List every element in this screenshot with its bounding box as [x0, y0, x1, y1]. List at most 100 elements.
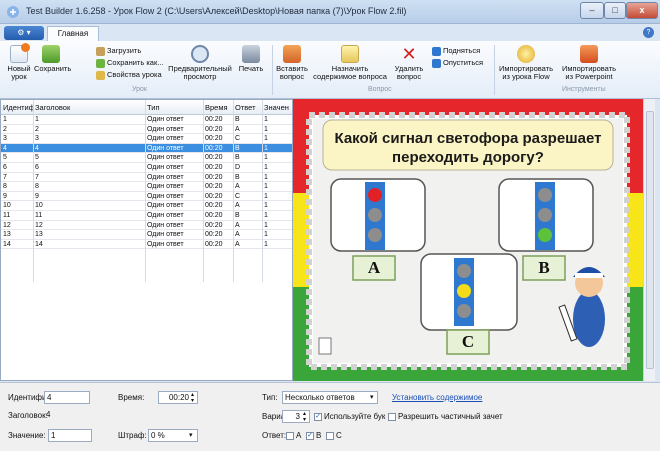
cell-value: 1	[264, 192, 268, 200]
cell-type: Один ответ	[147, 144, 184, 152]
preview-button[interactable]: Предварительный просмотр	[168, 45, 232, 81]
chevron-down-icon[interactable]: ▾	[189, 431, 193, 439]
answer-c-label: C	[336, 431, 342, 440]
label-a: A	[367, 258, 381, 277]
table-row[interactable]: 8 8 Один ответ 00:20 A 1	[1, 182, 292, 192]
table-row[interactable]: 5 5 Один ответ 00:20 B 1	[1, 153, 292, 163]
use-letters-checkbox[interactable]: ✓ Используйте бук	[314, 412, 385, 421]
group-label-lesson: Урок	[132, 86, 147, 93]
cell-answer: B	[235, 154, 240, 162]
cell-title: 12	[35, 221, 43, 229]
cell-type: Один ответ	[147, 183, 184, 191]
title-field[interactable]: 4	[44, 409, 198, 422]
cell-time: 00:20	[205, 231, 223, 239]
group-label-question: Вопрос	[368, 86, 392, 93]
time-spinner-icon[interactable]: ▴ ▾	[191, 392, 198, 404]
maximize-button[interactable]: □	[604, 2, 626, 19]
col-header-title[interactable]: Заголовок	[35, 103, 135, 112]
cell-answer: A	[235, 183, 240, 191]
save-button[interactable]: Сохранить	[34, 45, 72, 73]
save-as-button[interactable]: Сохранить как...	[96, 58, 164, 68]
load-icon	[96, 46, 105, 56]
table-row[interactable]: 2 2 Один ответ 00:20 A 1	[1, 125, 292, 135]
printer-icon	[242, 45, 260, 63]
col-header-value[interactable]: Значен	[264, 103, 292, 112]
insert-question-button[interactable]: Вставить вопрос	[274, 45, 310, 81]
table-row[interactable]: 9 9 Один ответ 00:20 C 1	[1, 192, 292, 202]
table-row[interactable]: 7 7 Один ответ 00:20 B 1	[1, 173, 292, 183]
col-header-type[interactable]: Тип	[147, 103, 197, 112]
table-row[interactable]: 4 4 Один ответ 00:20 B 1	[1, 143, 292, 154]
cell-id: 1	[3, 116, 7, 123]
print-button[interactable]: Печать	[236, 45, 266, 73]
ribbon-tabs: ⚙ ▾ Главная ?	[0, 24, 660, 41]
cell-id: 10	[3, 202, 11, 210]
table-row[interactable]: 12 12 Один ответ 00:20 A 1	[1, 221, 292, 231]
assign-content-button[interactable]: Назначить содержимое вопроса	[312, 45, 388, 81]
answer-option-b[interactable]: ✓ B	[306, 431, 321, 440]
app-window: Test Builder 1.6.258 - Урок Flow 2 (C:\U…	[0, 0, 660, 451]
table-row[interactable]: 13 13 Один ответ 00:20 A 1	[1, 230, 292, 240]
column-divider	[233, 100, 234, 282]
move-down-button[interactable]: Опуститься	[432, 58, 483, 68]
table-row[interactable]: 14 14 Один ответ 00:20 A 1	[1, 240, 292, 250]
table-row[interactable]: 10 10 Один ответ 00:20 A 1	[1, 201, 292, 211]
properties-icon	[96, 70, 105, 80]
question-properties-panel: Идентифик 4 Время: 00:20 ▴ ▾ Заголовок: 4…	[0, 382, 660, 451]
chevron-down-icon[interactable]: ▾	[370, 393, 374, 401]
title-bar: Test Builder 1.6.258 - Урок Flow 2 (C:\U…	[0, 0, 660, 24]
cell-value: 1	[264, 212, 268, 219]
checkbox-icon	[326, 431, 334, 440]
column-divider	[203, 100, 204, 282]
lesson-properties-button[interactable]: Свойства урока	[96, 70, 162, 80]
delete-question-label: Удалить вопрос	[394, 64, 424, 81]
load-button[interactable]: Загрузить	[96, 46, 141, 56]
import-flow-icon	[517, 45, 535, 63]
variants-spinner-icon[interactable]: ▴ ▾	[303, 411, 310, 423]
table-row[interactable]: 6 6 Один ответ 00:20 D 1	[1, 163, 292, 173]
value-field[interactable]: 1	[48, 429, 92, 442]
help-icon[interactable]: ?	[643, 27, 654, 38]
question-line-1: Какой сигнал светофора разрешает	[334, 130, 601, 147]
import-powerpoint-button[interactable]: Импортировать из Powerpoint	[558, 45, 620, 81]
preview-icon	[191, 45, 209, 63]
print-label: Печать	[238, 64, 264, 73]
cell-id: 13	[3, 231, 11, 239]
col-header-answer[interactable]: Ответ	[235, 103, 261, 112]
cell-id: 9	[3, 192, 7, 200]
answer-option-a[interactable]: A	[286, 431, 301, 440]
delete-question-button[interactable]: ✕ Удалить вопрос	[390, 45, 428, 81]
id-field[interactable]: 4	[44, 391, 90, 404]
import-flow-button[interactable]: Импортировать из урока Flow	[496, 45, 556, 81]
set-content-link[interactable]: Установить содержимое	[392, 393, 482, 402]
cell-id: 11	[3, 212, 11, 219]
cell-value: 1	[264, 125, 268, 133]
tab-main[interactable]: Главная	[47, 26, 99, 41]
scrollbar-thumb[interactable]	[646, 111, 654, 369]
powerpoint-icon	[580, 45, 598, 63]
table-row[interactable]: 3 3 Один ответ 00:20 C 1	[1, 134, 292, 144]
cell-type: Один ответ	[147, 125, 184, 133]
slide-scrollbar[interactable]	[643, 99, 655, 381]
type-select[interactable]: Несколько ответов	[282, 391, 378, 404]
cell-time: 00:20	[205, 173, 223, 181]
move-up-button[interactable]: Подняться	[432, 46, 480, 56]
close-button[interactable]: x	[626, 2, 658, 19]
cell-answer: D	[235, 164, 241, 171]
edit-content-icon	[341, 45, 359, 63]
col-header-id[interactable]: Идентиф	[3, 103, 33, 112]
table-row[interactable]: 11 11 Один ответ 00:20 B 1	[1, 211, 292, 221]
answer-option-c[interactable]: C	[326, 431, 342, 440]
checkbox-icon	[388, 412, 396, 421]
column-divider	[262, 100, 263, 282]
new-lesson-button[interactable]: Новый урок	[3, 43, 35, 81]
col-header-time[interactable]: Время	[205, 103, 231, 112]
save-label: Сохранить	[34, 64, 72, 73]
cell-answer: B	[235, 116, 240, 123]
app-menu-button[interactable]: ⚙ ▾	[4, 26, 44, 40]
minimize-button[interactable]: –	[580, 2, 604, 19]
partial-credit-checkbox[interactable]: Разрешить частичный зачет	[388, 412, 503, 421]
penalty-label: Штраф:	[118, 431, 147, 440]
table-row[interactable]: 1 1 Один ответ 00:20 B 1	[1, 115, 292, 125]
table-body: 1 1 Один ответ 00:20 B 1 2 2 Один ответ 00:20 A 1 3 3…	[1, 115, 292, 380]
